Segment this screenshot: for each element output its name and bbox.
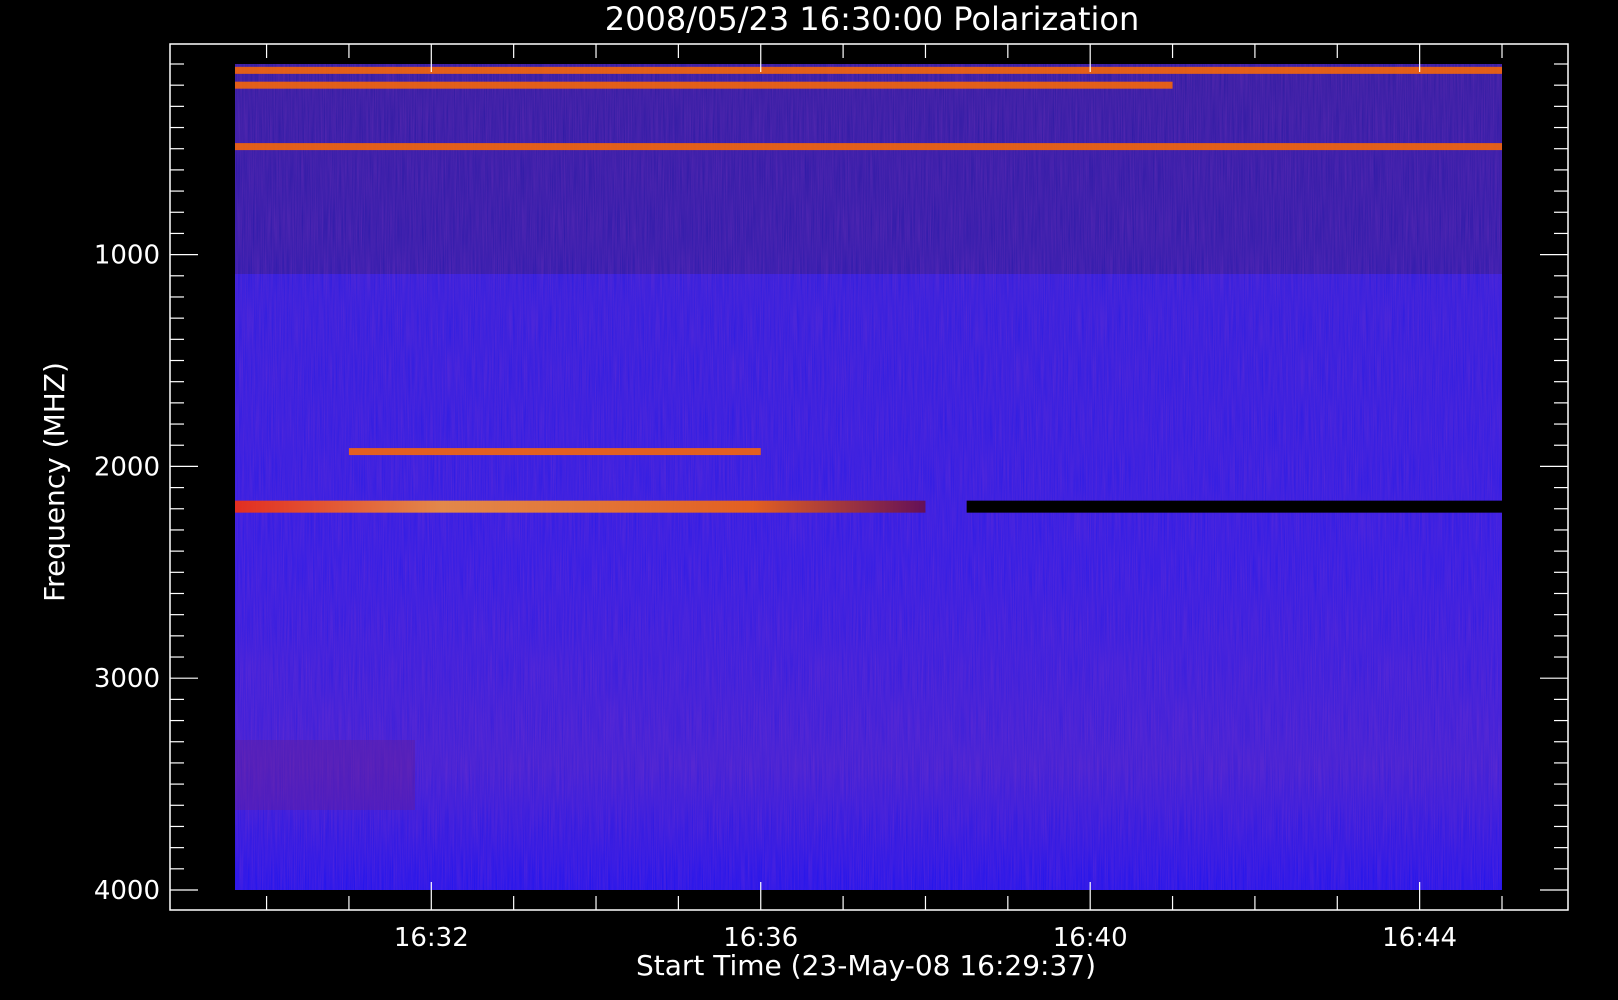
- rfi-band-5: [966, 500, 1502, 513]
- spectrogram-chart: 1000200030004000 16:32 16:36 16:40 16:44 20…: [38, 0, 1569, 982]
- y-axis-title: Frequency (MHZ): [38, 362, 71, 602]
- chart-title: 2008/05/23 16:30:00 Polarization: [605, 0, 1139, 38]
- y-tick-label: 4000: [94, 876, 160, 906]
- rfi-band-0: [235, 66, 1502, 74]
- x-tick-label: 16:44: [1382, 923, 1457, 953]
- y-tick-label: 1000: [94, 241, 160, 271]
- x-tick-label: 16:32: [394, 923, 469, 953]
- heatmap-field: [235, 64, 1502, 890]
- y-tick-label: 2000: [94, 452, 160, 482]
- rfi-band-4: [235, 500, 926, 513]
- rfi-band-3: [348, 448, 761, 456]
- rfi-band-1: [235, 81, 1173, 89]
- rfi-band-2: [235, 143, 1502, 151]
- x-axis-title: Start Time (23-May-08 16:29:37): [636, 949, 1096, 982]
- y-tick-label: 3000: [94, 664, 160, 694]
